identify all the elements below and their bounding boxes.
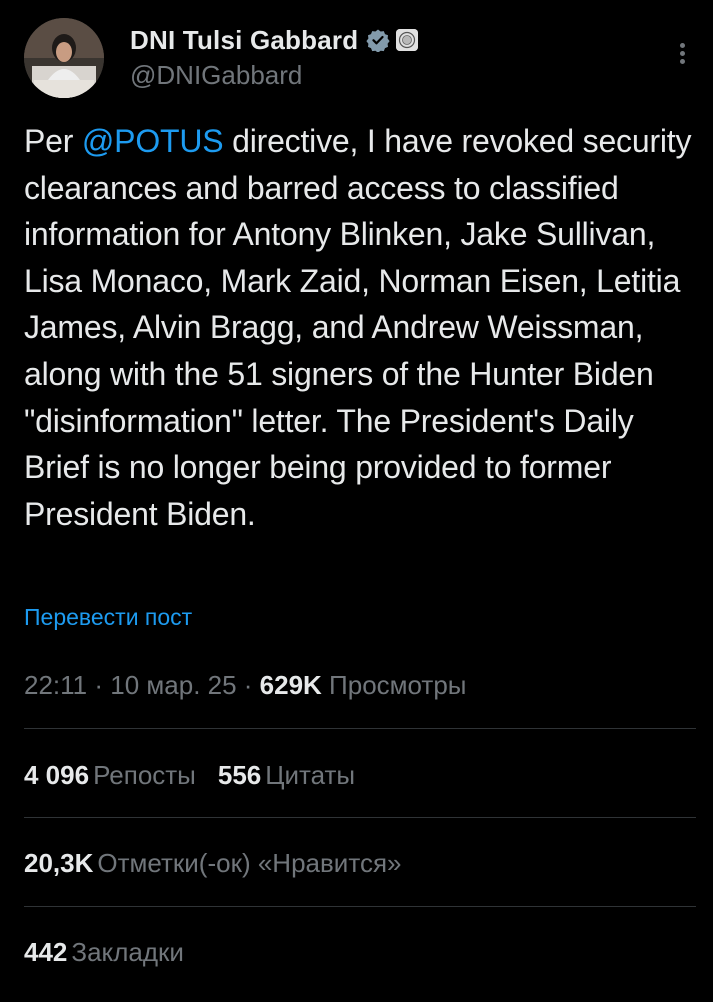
divider [24,728,696,729]
tweet-time[interactable]: 22:11 [24,670,87,700]
avatar[interactable] [24,18,104,98]
stats-row-reposts-quotes: 4 096 Репосты 556 Цитаты [24,760,355,791]
mention-link[interactable]: @POTUS [82,123,224,159]
quotes-stat[interactable]: 556 Цитаты [218,760,355,790]
translate-post-link[interactable]: Перевести пост [24,604,192,631]
meta-separator: · [236,670,260,700]
divider [24,817,696,818]
meta-separator: · [87,670,111,700]
views-label: Просмотры [321,670,467,700]
bookmarks-stat[interactable]: 442 Закладки [24,937,184,968]
bookmarks-count: 442 [24,937,68,967]
tweet-date[interactable]: 10 мар. 25 [110,670,236,700]
reposts-count: 4 096 [24,760,90,790]
avatar-image [24,18,104,98]
bookmarks-label: Закладки [71,937,184,967]
tweet-text: Per @POTUS directive, I have revoked sec… [24,118,694,537]
government-seal-icon [396,29,419,51]
display-name[interactable]: DNI Tulsi Gabbard [130,25,358,56]
verified-check-icon [366,28,390,53]
tweet-header: DNI Tulsi Gabbard @DNIGabbard [24,18,692,102]
likes-label: Отметки(-ок) «Нравится» [97,848,402,878]
divider [24,906,696,907]
likes-stat[interactable]: 20,3K Отметки(-ок) «Нравится» [24,848,401,879]
more-options-icon[interactable] [672,40,692,70]
name-row: DNI Tulsi Gabbard [130,22,419,58]
views-count: 629K [259,670,322,700]
author-block: DNI Tulsi Gabbard @DNIGabbard [130,22,419,91]
author-handle[interactable]: @DNIGabbard [130,60,418,91]
reposts-stat[interactable]: 4 096 Репосты [24,760,196,790]
tweet-text-prefix: Per [24,123,82,159]
tweet-text-body: directive, I have revoked security clear… [24,123,692,532]
tweet-meta: 22:11 · 10 мар. 25 · 629K Просмотры [24,670,466,701]
quotes-count: 556 [217,760,262,790]
reposts-label: Репосты [93,760,196,790]
quotes-label: Цитаты [265,760,356,790]
likes-count: 20,3K [24,848,94,878]
